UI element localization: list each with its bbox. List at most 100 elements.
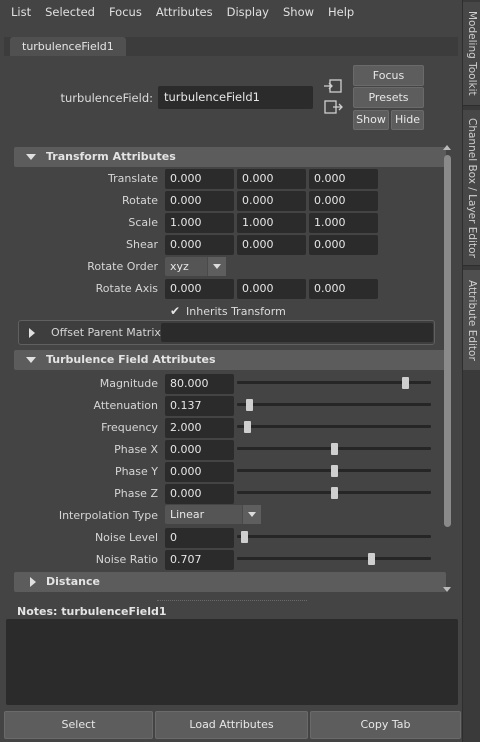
rotate-label: Rotate <box>121 194 158 207</box>
shear-x-field[interactable]: 0.000 <box>165 235 234 255</box>
frequency-label: Frequency <box>101 421 158 434</box>
translate-z-field[interactable]: 0.000 <box>309 169 378 189</box>
hide-button[interactable]: Hide <box>391 110 424 130</box>
frequency-slider-thumb[interactable] <box>244 421 252 433</box>
rotate-axis-label: Rotate Axis <box>95 282 158 295</box>
menu-attributes[interactable]: Attributes <box>149 0 220 24</box>
dropdown-value: xyz <box>170 260 189 273</box>
expand-arrow-icon <box>26 357 36 363</box>
distance-header[interactable]: Distance <box>14 572 446 592</box>
checkbox-label: Inherits Transform <box>186 304 286 318</box>
copy-tab-button[interactable]: Copy Tab <box>310 711 461 739</box>
rotate-z-field[interactable]: 0.000 <box>309 191 378 211</box>
input-connections-icon[interactable] <box>323 77 343 95</box>
rotate-order-label: Rotate Order <box>87 260 158 273</box>
scroll-up-icon[interactable] <box>443 145 451 150</box>
rotate-x-field[interactable]: 0.000 <box>165 191 234 211</box>
menu-focus[interactable]: Focus <box>102 0 149 24</box>
interpolation-type-dropdown[interactable]: Linear <box>165 505 261 524</box>
load-attributes-button[interactable]: Load Attributes <box>155 711 308 739</box>
scale-x-field[interactable]: 1.000 <box>165 213 234 233</box>
phase-z-field[interactable]: 0.000 <box>165 484 234 504</box>
noise-ratio-slider-thumb[interactable] <box>367 553 375 565</box>
phase-z-label: Phase Z <box>114 487 158 500</box>
magnitude-slider-thumb[interactable] <box>401 377 409 389</box>
translate-label: Translate <box>108 172 158 185</box>
noise-ratio-slider[interactable] <box>237 557 431 560</box>
rotate-axis-x-field[interactable]: 0.000 <box>165 279 234 299</box>
shear-y-field[interactable]: 0.000 <box>237 235 306 255</box>
chevron-down-icon <box>207 257 226 276</box>
phase-x-field[interactable]: 0.000 <box>165 440 234 460</box>
attenuation-slider-thumb[interactable] <box>246 399 254 411</box>
notes-textarea[interactable] <box>6 619 458 705</box>
frequency-slider[interactable] <box>237 425 431 428</box>
rotate-axis-y-field[interactable]: 0.000 <box>237 279 306 299</box>
node-tab[interactable]: turbulenceField1 <box>10 37 126 56</box>
attenuation-slider[interactable] <box>237 403 431 406</box>
menu-help[interactable]: Help <box>321 0 361 24</box>
dropdown-value: Linear <box>170 508 205 521</box>
turbulence-attributes-header[interactable]: Turbulence Field Attributes <box>14 350 446 370</box>
noise-level-label: Noise Level <box>94 531 158 544</box>
focus-button[interactable]: Focus <box>353 65 424 86</box>
rotate-order-dropdown[interactable]: xyz <box>165 257 226 276</box>
node-tab-bar: turbulenceField1 <box>4 37 458 56</box>
phase-y-slider-thumb[interactable] <box>330 465 338 477</box>
node-name-field[interactable]: turbulenceField1 <box>158 86 313 109</box>
offset-parent-matrix-frame[interactable]: Offset Parent Matrix <box>18 320 435 345</box>
noise-level-slider[interactable] <box>237 535 431 538</box>
offset-parent-matrix-field[interactable] <box>161 323 433 342</box>
transform-attributes-header[interactable]: Transform Attributes <box>14 147 446 167</box>
expand-arrow-icon <box>26 154 36 160</box>
collapse-arrow-icon <box>30 577 36 587</box>
inherits-transform-checkbox[interactable]: ✔ Inherits Transform <box>168 303 286 319</box>
side-tab-strip: Modeling Toolkit Channel Box / Layer Edi… <box>462 0 480 742</box>
node-name-label: turbulenceField: <box>60 91 154 105</box>
section-title: Distance <box>46 575 100 588</box>
scale-y-field[interactable]: 1.000 <box>237 213 306 233</box>
shear-z-field[interactable]: 0.000 <box>309 235 378 255</box>
translate-y-field[interactable]: 0.000 <box>237 169 306 189</box>
phase-z-slider-thumb[interactable] <box>330 487 338 499</box>
magnitude-field[interactable]: 80.000 <box>165 374 234 394</box>
noise-level-field[interactable]: 0 <box>165 528 234 548</box>
rotate-y-field[interactable]: 0.000 <box>237 191 306 211</box>
menu-selected[interactable]: Selected <box>38 0 102 24</box>
vertical-scrollbar[interactable] <box>440 143 455 595</box>
noise-level-slider-thumb[interactable] <box>240 531 248 543</box>
attenuation-field[interactable]: 0.137 <box>165 396 234 416</box>
phase-x-label: Phase X <box>114 443 158 456</box>
menu-display[interactable]: Display <box>220 0 276 24</box>
translate-x-field[interactable]: 0.000 <box>165 169 234 189</box>
frequency-field[interactable]: 2.000 <box>165 418 234 438</box>
scale-z-field[interactable]: 1.000 <box>309 213 378 233</box>
show-button[interactable]: Show <box>353 110 389 130</box>
shear-label: Shear <box>126 238 158 251</box>
noise-ratio-field[interactable]: 0.707 <box>165 550 234 570</box>
menu-list[interactable]: List <box>4 0 38 24</box>
tab-channel-box[interactable]: Channel Box / Layer Editor <box>463 110 480 266</box>
phase-y-field[interactable]: 0.000 <box>165 462 234 482</box>
presets-button[interactable]: Presets <box>353 87 424 108</box>
select-button[interactable]: Select <box>4 711 153 739</box>
output-connections-icon[interactable] <box>323 98 343 116</box>
tab-label: Modeling Toolkit <box>466 11 478 96</box>
scroll-down-icon[interactable] <box>443 587 451 592</box>
menu-show[interactable]: Show <box>276 0 321 24</box>
section-title: Transform Attributes <box>46 150 176 163</box>
tab-attribute-editor[interactable]: Attribute Editor <box>463 270 480 370</box>
scrollbar-thumb[interactable] <box>444 155 451 527</box>
collapse-arrow-icon <box>29 328 35 338</box>
offset-parent-matrix-label: Offset Parent Matrix <box>51 326 161 339</box>
scale-label: Scale <box>128 216 158 229</box>
phase-x-slider-thumb[interactable] <box>330 443 338 455</box>
interpolation-type-label: Interpolation Type <box>58 509 158 522</box>
section-title: Turbulence Field Attributes <box>46 353 216 366</box>
attenuation-label: Attenuation <box>93 399 158 412</box>
magnitude-label: Magnitude <box>99 377 158 390</box>
phase-y-label: Phase Y <box>114 465 158 478</box>
panel-splitter-handle[interactable] <box>157 600 307 603</box>
rotate-axis-z-field[interactable]: 0.000 <box>309 279 378 299</box>
tab-modeling-toolkit[interactable]: Modeling Toolkit <box>463 2 480 106</box>
